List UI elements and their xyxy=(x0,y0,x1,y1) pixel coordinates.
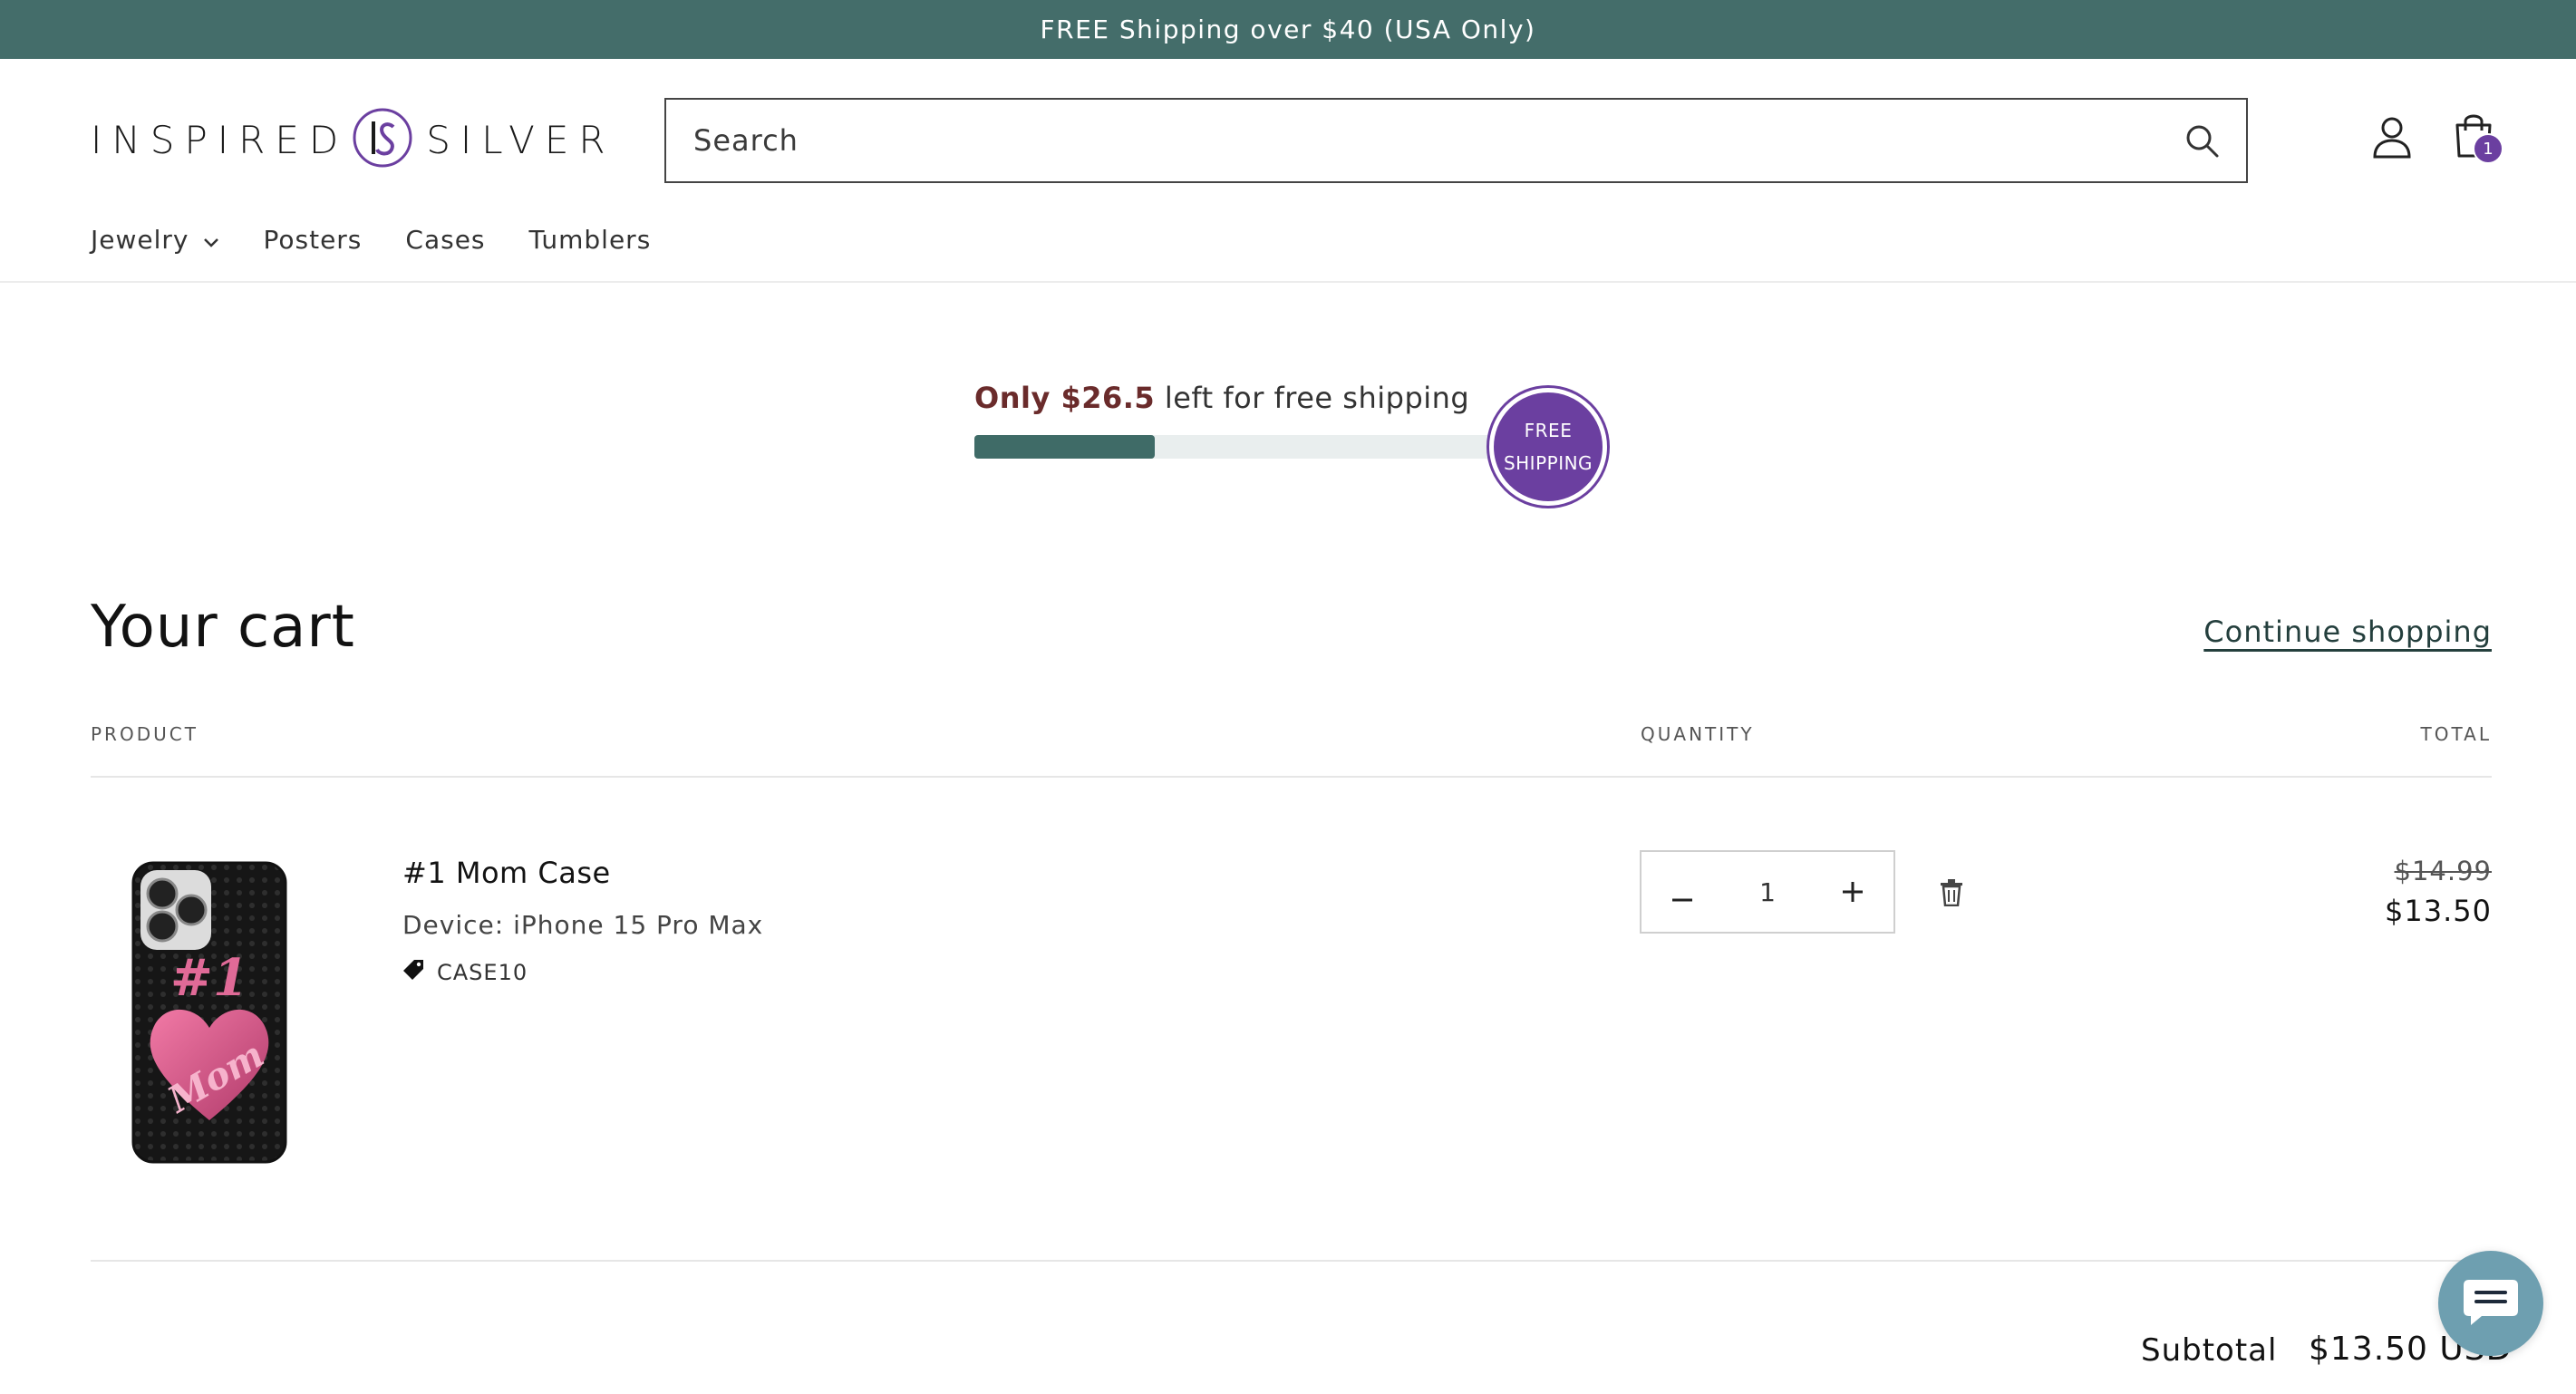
decrease-quantity-button[interactable] xyxy=(1669,874,1696,910)
product-variant: Device: iPhone 15 Pro Max xyxy=(402,910,764,940)
announcement-bar: FREE Shipping over $40 (USA Only) xyxy=(0,0,2576,59)
shipping-progress-bar xyxy=(974,435,1509,459)
subtotal-label: Subtotal xyxy=(2141,1332,2278,1369)
cart-count-badge: 1 xyxy=(2473,133,2503,164)
chat-icon xyxy=(2462,1274,2520,1332)
search-input[interactable]: Search xyxy=(664,98,2248,183)
chevron-down-icon xyxy=(203,225,219,255)
main-nav: Jewelry Posters Cases Tumblers xyxy=(91,225,694,255)
column-header-product: PRODUCT xyxy=(91,723,199,745)
product-image[interactable]: #1 Mom xyxy=(131,861,287,1167)
cart-footer-divider xyxy=(91,1260,2492,1262)
brand-left: INSPIRED xyxy=(91,117,349,162)
quantity-stepper: 1 xyxy=(1640,850,1895,934)
nav-item-posters[interactable]: Posters xyxy=(263,225,362,255)
nav-item-jewelry[interactable]: Jewelry xyxy=(91,225,219,255)
tag-icon xyxy=(402,959,424,986)
page-title: Your cart xyxy=(91,594,355,661)
brand-right: SILVER xyxy=(426,117,615,162)
original-price: $14.99 xyxy=(2394,856,2492,886)
nav-label: Posters xyxy=(263,225,363,255)
table-header-divider xyxy=(91,776,2492,778)
quantity-value[interactable]: 1 xyxy=(1759,877,1776,907)
shipping-suffix: left for free shipping xyxy=(1155,381,1470,415)
column-header-total: TOTAL xyxy=(2420,723,2492,745)
search-placeholder: Search xyxy=(693,123,799,158)
nav-label: Tumblers xyxy=(528,225,652,255)
header-divider xyxy=(0,281,2576,283)
badge-line-2: SHIPPING xyxy=(1503,452,1593,474)
nav-item-tumblers[interactable]: Tumblers xyxy=(529,225,652,255)
brand-mark-icon xyxy=(352,107,413,172)
svg-text:#1: #1 xyxy=(170,948,248,1008)
free-shipping-message: Only $26.5 left for free shipping xyxy=(974,381,1469,415)
column-header-quantity: QUANTITY xyxy=(1641,723,1755,745)
final-price: $13.50 xyxy=(2385,894,2492,928)
nav-label: Cases xyxy=(405,225,486,255)
discount-code: CASE10 xyxy=(402,959,528,986)
discount-code-text: CASE10 xyxy=(437,960,528,985)
free-shipping-badge: FREE SHIPPING xyxy=(1489,388,1607,506)
account-icon[interactable] xyxy=(2372,116,2412,163)
increase-quantity-button[interactable] xyxy=(1839,874,1866,910)
continue-shopping-link[interactable]: Continue shopping xyxy=(2203,615,2492,649)
shipping-progress-fill xyxy=(974,435,1155,459)
product-name-link[interactable]: #1 Mom Case xyxy=(402,856,611,890)
nav-item-cases[interactable]: Cases xyxy=(405,225,485,255)
announcement-text: FREE Shipping over $40 (USA Only) xyxy=(1040,15,1536,44)
badge-line-1: FREE xyxy=(1524,420,1573,441)
nav-label: Jewelry xyxy=(91,225,189,255)
shipping-remaining: Only $26.5 xyxy=(974,381,1156,415)
search-icon[interactable] xyxy=(2184,123,2221,163)
chat-widget-button[interactable] xyxy=(2438,1251,2543,1356)
brand-logo[interactable]: INSPIRED SILVER xyxy=(91,107,615,172)
trash-icon[interactable] xyxy=(1940,879,1963,910)
